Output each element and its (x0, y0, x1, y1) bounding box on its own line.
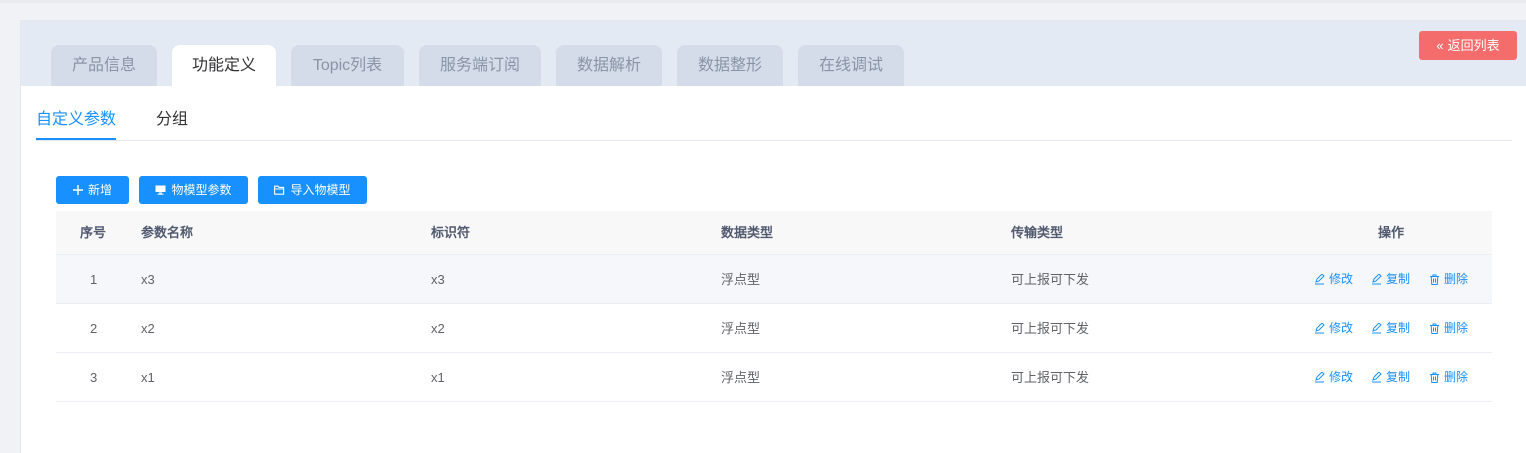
cell-identifier: x1 (431, 370, 445, 385)
delete-button[interactable]: 删除 (1429, 304, 1468, 353)
tab-product-info[interactable]: 产品信息 (51, 45, 157, 86)
back-to-list-label: 返回列表 (1447, 38, 1500, 53)
edit-button[interactable]: 修改 (1314, 304, 1353, 353)
cell-name: x3 (141, 272, 155, 287)
subtab-custom-params[interactable]: 自定义参数 (36, 109, 116, 141)
table-row: 1 x3 x3 浮点型 可上报可下发 修改 复制 删除 (56, 255, 1492, 304)
edit-icon (1372, 322, 1382, 334)
header-data-type: 数据类型 (721, 225, 774, 240)
import-model-label: 导入物模型 (290, 183, 351, 197)
copy-button[interactable]: 复制 (1371, 304, 1410, 353)
cell-index: 3 (90, 370, 98, 385)
cell-transfer-type: 可上报可下发 (1011, 370, 1090, 385)
cell-identifier: x2 (431, 321, 445, 336)
cell-transfer-type: 可上报可下发 (1011, 272, 1090, 287)
cell-data-type: 浮点型 (721, 321, 761, 336)
delete-button[interactable]: 删除 (1429, 255, 1468, 304)
header-actions: 操作 (1378, 225, 1405, 240)
tab-function-definition[interactable]: 功能定义 (172, 45, 276, 86)
model-params-label: 物模型参数 (171, 183, 232, 197)
trash-icon (1430, 372, 1439, 383)
monitor-icon (155, 177, 166, 205)
add-button-label: 新增 (87, 183, 112, 197)
edit-icon (1372, 371, 1382, 383)
table-row: 2 x2 x2 浮点型 可上报可下发 修改 复制 删除 (56, 304, 1492, 353)
double-chevron-left-icon: « (1436, 38, 1444, 53)
edit-button[interactable]: 修改 (1314, 353, 1353, 402)
cell-data-type: 浮点型 (721, 272, 761, 287)
cell-name: x1 (141, 370, 155, 385)
edit-button[interactable]: 修改 (1314, 255, 1353, 304)
import-model-button[interactable]: 导入物模型 (258, 176, 367, 204)
edit-icon (1372, 273, 1382, 285)
tab-online-debug[interactable]: 在线调试 (798, 45, 904, 86)
delete-label: 删除 (1444, 321, 1469, 335)
trash-icon (1430, 323, 1439, 334)
table-row: 3 x1 x1 浮点型 可上报可下发 修改 复制 删除 (56, 353, 1492, 402)
cell-index: 2 (90, 321, 98, 336)
cell-data-type: 浮点型 (721, 370, 761, 385)
cell-index: 1 (90, 272, 98, 287)
header-transfer-type: 传输类型 (1011, 225, 1064, 240)
params-table: 序号 参数名称 标识符 数据类型 传输类型 操作 1 x3 x3 浮点型 可上报… (56, 211, 1492, 402)
copy-button[interactable]: 复制 (1371, 255, 1410, 304)
cell-transfer-type: 可上报可下发 (1011, 321, 1090, 336)
header-index: 序号 (80, 225, 107, 240)
back-to-list-button[interactable]: «返回列表 (1419, 31, 1517, 60)
subtab-groups[interactable]: 分组 (156, 109, 188, 141)
header-name: 参数名称 (141, 225, 194, 240)
delete-button[interactable]: 删除 (1429, 353, 1468, 402)
tab-server-subscription[interactable]: 服务端订阅 (419, 45, 541, 86)
edit-label: 修改 (1329, 272, 1354, 286)
edit-label: 修改 (1329, 370, 1354, 384)
plus-icon (72, 177, 83, 205)
table-header: 序号 参数名称 标识符 数据类型 传输类型 操作 (56, 211, 1492, 255)
cell-name: x2 (141, 321, 155, 336)
tab-bar: 产品信息 功能定义 Topic列表 服务端订阅 数据解析 数据整形 在线调试 «… (21, 21, 1526, 86)
active-subtab-indicator (36, 138, 116, 140)
delete-label: 删除 (1444, 370, 1469, 384)
tab-data-parsing[interactable]: 数据解析 (556, 45, 662, 86)
header-identifier: 标识符 (431, 225, 471, 240)
copy-label: 复制 (1386, 321, 1411, 335)
model-params-button[interactable]: 物模型参数 (139, 176, 248, 204)
trash-icon (1430, 274, 1439, 285)
top-divider (0, 0, 1526, 3)
edit-icon (1315, 322, 1325, 334)
copy-label: 复制 (1386, 370, 1411, 384)
edit-label: 修改 (1329, 321, 1354, 335)
tab-topic-list[interactable]: Topic列表 (291, 45, 404, 86)
copy-label: 复制 (1386, 272, 1411, 286)
cell-identifier: x3 (431, 272, 445, 287)
edit-icon (1315, 273, 1325, 285)
tab-data-shaping[interactable]: 数据整形 (677, 45, 783, 86)
copy-button[interactable]: 复制 (1371, 353, 1410, 402)
edit-icon (1315, 371, 1325, 383)
add-button[interactable]: 新增 (56, 176, 129, 204)
subtab-bar: 自定义参数 分组 (36, 109, 1512, 141)
delete-label: 删除 (1444, 272, 1469, 286)
main-card: 产品信息 功能定义 Topic列表 服务端订阅 数据解析 数据整形 在线调试 «… (20, 20, 1526, 453)
folder-open-icon (274, 177, 285, 205)
